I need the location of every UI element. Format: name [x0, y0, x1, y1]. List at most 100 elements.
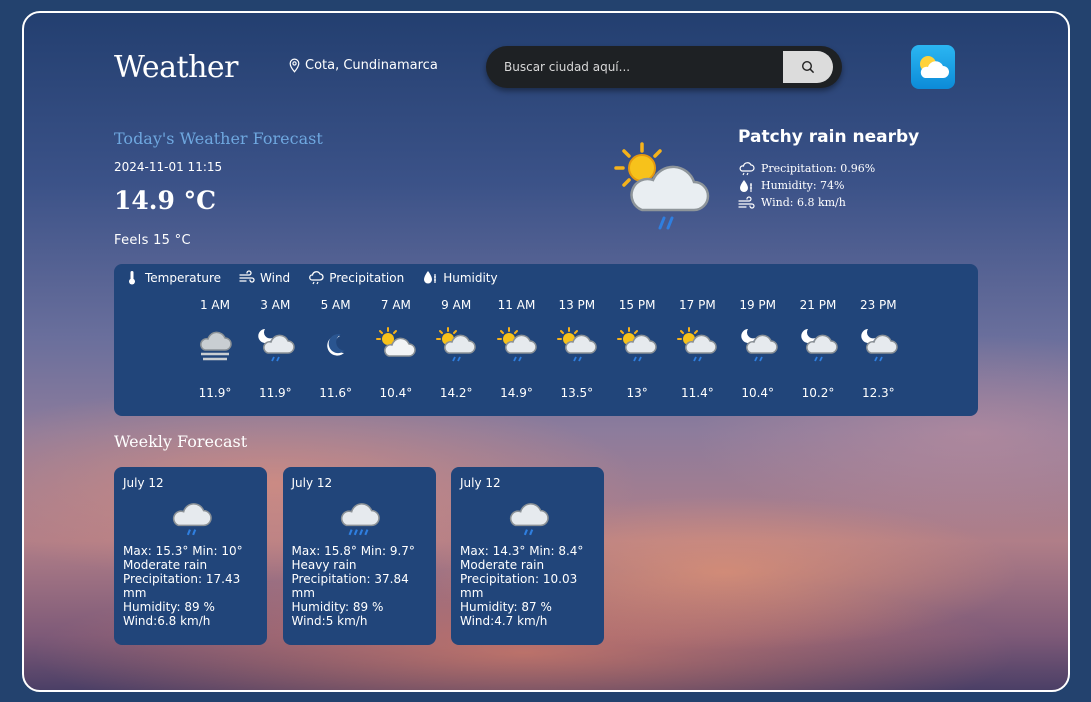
app-logo[interactable] [911, 45, 955, 89]
current-condition: Patchy rain nearby [738, 127, 920, 147]
moon-icon [326, 334, 345, 356]
hourly-temp: 12.3° [861, 386, 895, 400]
sun-cloud-rain-icon [617, 327, 657, 362]
hourly-item: 13 PM 13.5° [547, 298, 607, 400]
hourly-time: 5 AM [320, 298, 351, 312]
tab-label: Wind [260, 270, 291, 285]
hourly-time: 9 AM [441, 298, 472, 312]
day-condition: Moderate rain [460, 558, 545, 572]
hourly-item: 21 PM 10.2° [788, 298, 848, 400]
current-temperature: 14.9 °C [114, 186, 216, 215]
hourly-time: 3 AM [260, 298, 291, 312]
humidity-icon [424, 271, 437, 284]
day-humidity: Humidity: 87 % [460, 600, 552, 614]
humidity-icon [740, 179, 752, 192]
day-condition: Heavy rain [291, 558, 357, 572]
cloud-rain-icon [739, 161, 755, 175]
cloud-heavy-rain-icon [340, 503, 380, 536]
hourly-temp: 11.9° [198, 386, 232, 400]
sun-cloud-rain-icon [677, 327, 718, 362]
hourly-item: 3 AM 11.9° [245, 298, 305, 400]
detail-precipitation: Precipitation: 0.96% [738, 160, 875, 177]
feels-like: Feels 15 °C [114, 233, 191, 248]
moon-cloud-rain-icon [258, 329, 296, 362]
current-details: Precipitation: 0.96% Humidity: 74% Wind:… [738, 160, 875, 211]
hourly-temp: 14.2° [439, 386, 473, 400]
hourly-item: 15 PM 13° [607, 298, 667, 400]
hourly-time: 21 PM [799, 298, 837, 312]
day-condition: Moderate rain [123, 558, 208, 572]
tab-temperature[interactable]: Temperature [124, 270, 221, 285]
day-wind: Wind:5 km/h [291, 614, 368, 628]
hourly-time: 17 PM [679, 298, 716, 312]
detail-humidity: Humidity: 74% [738, 177, 875, 194]
moon-cloud-rain-icon [740, 329, 778, 362]
wind-icon [738, 195, 755, 209]
hourly-time: 7 AM [380, 298, 411, 312]
day-card[interactable]: July 12 Max: 14.3° Min: 8.4° Moderate rain… [451, 467, 604, 645]
day-maxmin: Max: 14.3° Min: 8.4° [460, 544, 584, 558]
day-date: July 12 [460, 476, 501, 490]
location: Cota, Cundinamarca [288, 58, 438, 73]
hourly-item: 9 AM 14.2° [426, 298, 486, 400]
hourly-temp: 11.6° [319, 386, 352, 400]
hourly-item: 17 PM 11.4° [667, 298, 727, 400]
sun-cloud-icon [375, 327, 416, 357]
hourly-temp: 13° [626, 386, 648, 400]
precipitation-text: Precipitation: 0.96% [761, 162, 876, 175]
weekly-forecast-heading: Weekly Forecast [114, 432, 248, 451]
thermometer-icon [129, 271, 135, 285]
hourly-tabs: Temperature Wind Precipitation Humidity [124, 270, 498, 285]
search-bar [486, 46, 842, 88]
day-wind: Wind:6.8 km/h [123, 614, 211, 628]
cloud-rain-icon [509, 503, 549, 536]
day-maxmin: Max: 15.8° Min: 9.7° [291, 544, 415, 558]
hourly-item: 7 AM 10.4° [366, 298, 426, 400]
cloud-rain-icon [309, 271, 324, 285]
day-date: July 12 [123, 476, 164, 490]
tab-humidity[interactable]: Humidity [422, 270, 498, 285]
tab-precipitation[interactable]: Precipitation [308, 270, 404, 285]
today-forecast-heading: Today's Weather Forecast [114, 129, 323, 148]
wind-icon [239, 270, 255, 283]
hourly-temp: 14.9° [500, 386, 533, 400]
cloud-rain-icon [172, 503, 212, 536]
day-card[interactable]: July 12 Max: 15.3° Min: 10° Moderate rain P… [114, 467, 267, 645]
day-card[interactable]: July 12 Max: 15.8° Min: 9.7° Heavy rain Pre… [282, 467, 436, 645]
hourly-temp: 13.5° [560, 386, 594, 400]
hourly-forecast-panel: Temperature Wind Precipitation Humidity … [114, 264, 978, 416]
current-datetime: 2024-11-01 11:15 [114, 160, 223, 174]
hourly-time: 13 PM [558, 298, 596, 312]
search-input[interactable] [504, 57, 764, 77]
wind-text: Wind: 6.8 km/h [761, 196, 846, 209]
tab-label: Temperature [145, 270, 222, 285]
day-date: July 12 [291, 476, 333, 490]
app-title: Weather [114, 50, 239, 85]
detail-wind: Wind: 6.8 km/h [738, 194, 875, 211]
moon-cloud-rain-icon [861, 329, 899, 362]
hourly-item: 1 AM 11.9° [185, 298, 245, 400]
hourly-time: 11 AM [497, 298, 536, 312]
day-precipitation: Precipitation: 37.84 mm [291, 572, 409, 600]
fog-icon [200, 331, 232, 361]
hourly-item: 19 PM 10.4° [728, 298, 788, 400]
tab-label: Precipitation [329, 270, 405, 285]
sun-cloud-rain-icon [556, 327, 597, 362]
tab-wind[interactable]: Wind [239, 270, 290, 285]
sun-cloud-rain-icon [496, 327, 537, 362]
sun-cloud-rain-icon [614, 142, 710, 230]
search-button[interactable] [783, 51, 833, 83]
hourly-temp: 10.4° [741, 386, 775, 400]
day-wind: Wind:4.7 km/h [460, 614, 548, 628]
moon-cloud-rain-icon [801, 329, 838, 362]
hourly-temp: 11.9° [258, 386, 292, 400]
location-pin-icon [289, 58, 300, 73]
day-precipitation: Precipitation: 10.03 mm [460, 572, 578, 600]
hourly-item: 23 PM 12.3° [848, 298, 908, 400]
hourly-time: 15 PM [618, 298, 656, 312]
hourly-time: 1 AM [199, 298, 230, 312]
location-label: Cota, Cundinamarca [305, 58, 438, 73]
sun-cloud-rain-icon [436, 327, 476, 362]
hourly-item: 11 AM 14.9° [487, 298, 547, 400]
hourly-time: 23 PM [859, 298, 897, 312]
